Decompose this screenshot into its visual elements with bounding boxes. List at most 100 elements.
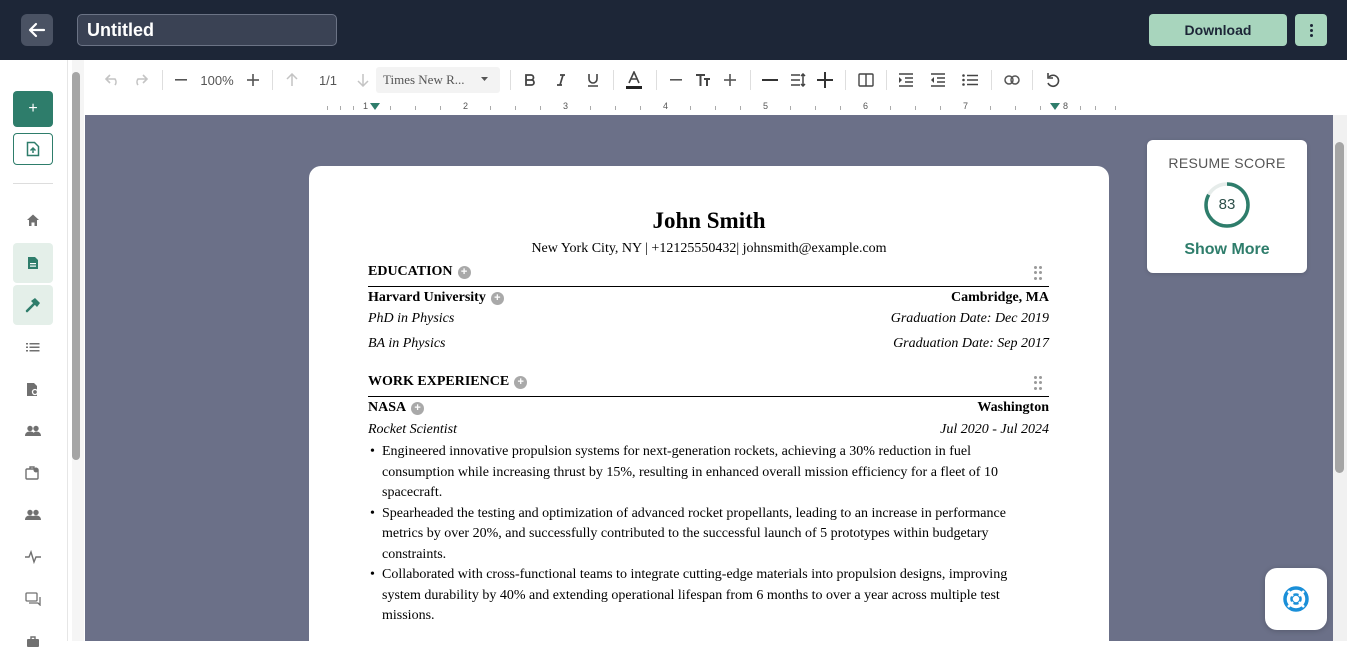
toolbar-separator: [845, 70, 846, 90]
sidebar-item-activity[interactable]: [13, 537, 53, 577]
undo-button[interactable]: [101, 67, 125, 93]
education-heading[interactable]: EDUCATION +: [368, 264, 471, 280]
add-education-icon[interactable]: +: [457, 265, 471, 279]
underline-button[interactable]: [582, 67, 604, 93]
sidebar-item-doc-search[interactable]: [13, 369, 53, 409]
add-degree-icon[interactable]: +: [490, 291, 504, 305]
download-button[interactable]: Download: [1149, 14, 1287, 46]
sidebar-item-jobs[interactable]: [13, 621, 53, 661]
users-icon: [25, 425, 41, 436]
zoom-in-button[interactable]: [242, 67, 264, 93]
text-color-button[interactable]: [622, 67, 646, 93]
bullet-item[interactable]: Collaborated with cross-functional teams…: [368, 565, 1018, 627]
italic-button[interactable]: [550, 67, 572, 93]
ruler-number: 3: [563, 101, 569, 111]
degree-name[interactable]: BA in Physics: [368, 336, 446, 352]
sidebar-item-group[interactable]: [13, 495, 53, 535]
work-experience-heading[interactable]: WORK EXPERIENCE +: [368, 374, 528, 390]
company-name[interactable]: NASA: [368, 400, 406, 416]
ruler-number: 4: [663, 101, 669, 111]
sidebar-item-job-search[interactable]: [13, 453, 53, 493]
sidebar-item-list[interactable]: [13, 327, 53, 367]
top-bar: Download: [0, 0, 1347, 60]
line-spacing-button[interactable]: [786, 67, 810, 93]
work-bullets: Engineered innovative propulsion systems…: [368, 442, 1018, 627]
toolbar-separator: [991, 70, 992, 90]
columns-button[interactable]: [855, 67, 877, 93]
indent-button[interactable]: [895, 67, 917, 93]
outdent-button[interactable]: [927, 67, 949, 93]
font-size-button[interactable]: [691, 67, 715, 93]
back-button[interactable]: [21, 14, 53, 46]
graduation-date[interactable]: Graduation Date: Dec 2019: [891, 311, 1049, 327]
more-options-button[interactable]: [1295, 14, 1327, 46]
degree-name[interactable]: PhD in Physics: [368, 311, 454, 327]
resume-name[interactable]: John Smith: [309, 208, 1109, 234]
resume-contact[interactable]: New York City, NY | +12125550432| johnsm…: [309, 241, 1109, 257]
sidebar-item-users[interactable]: [13, 411, 53, 451]
add-section-button[interactable]: +: [13, 91, 53, 127]
job-title[interactable]: Rocket Scientist: [368, 422, 457, 438]
drag-handle-icon[interactable]: [1034, 266, 1044, 280]
left-margin-marker[interactable]: [370, 103, 380, 110]
arrow-down-icon: [357, 74, 369, 87]
file-upload-icon: [26, 141, 40, 157]
ruler-tick: [815, 106, 816, 110]
reset-button[interactable]: [1041, 67, 1065, 93]
ruler-tick: [740, 106, 741, 110]
zoom-out-button[interactable]: [170, 67, 192, 93]
company-location[interactable]: Washington: [977, 400, 1049, 416]
score-label: RESUME SCORE: [1168, 155, 1286, 171]
sidebar-scroll-thumb[interactable]: [72, 72, 80, 460]
bullet-list-button[interactable]: [959, 67, 981, 93]
sidebar-item-chat[interactable]: [13, 579, 53, 619]
show-more-link[interactable]: Show More: [1147, 241, 1307, 259]
resume-page[interactable]: John Smith New York City, NY | +12125550…: [309, 166, 1109, 641]
sidebar-scrollbar[interactable]: [72, 60, 84, 641]
link-button[interactable]: [1000, 67, 1024, 93]
redo-button[interactable]: [128, 67, 152, 93]
graduation-date[interactable]: Graduation Date: Sep 2017: [893, 336, 1049, 352]
sidebar-item-resume[interactable]: [13, 243, 53, 283]
decrease-spacing-button[interactable]: [759, 67, 781, 93]
columns-icon: [858, 73, 874, 87]
bullet-item[interactable]: Spearheaded the testing and optimization…: [368, 504, 1018, 566]
canvas-scroll-thumb[interactable]: [1335, 142, 1344, 473]
help-button[interactable]: [1265, 568, 1327, 630]
bullet-list-icon: [962, 74, 978, 86]
add-work-icon[interactable]: +: [514, 375, 528, 389]
toolbar-separator: [162, 70, 163, 90]
drag-handle-icon[interactable]: [1034, 376, 1044, 390]
canvas-scrollbar[interactable]: [1333, 115, 1347, 641]
kebab-dot: [1309, 28, 1313, 32]
outdent-icon: [931, 73, 945, 87]
school-location[interactable]: Cambridge, MA: [951, 290, 1049, 306]
bullet-item[interactable]: Engineered innovative propulsion systems…: [368, 442, 1018, 504]
font-size-icon: [696, 74, 710, 86]
sidebar-item-home[interactable]: [13, 200, 53, 240]
zoom-level: 100%: [200, 72, 234, 88]
ruler-tick: [915, 106, 916, 110]
doc-search-icon: [27, 382, 39, 396]
job-dates[interactable]: Jul 2020 - Jul 2024: [940, 422, 1049, 438]
add-role-icon[interactable]: +: [411, 401, 425, 415]
font-select[interactable]: Times New R...: [376, 67, 500, 93]
page-down-button[interactable]: [352, 67, 374, 93]
increase-spacing-button[interactable]: [814, 67, 836, 93]
font-size-increase-button[interactable]: [719, 67, 741, 93]
chat-icon: [25, 592, 41, 606]
ruler-tick: [590, 106, 591, 110]
briefcase-search-icon: [25, 466, 39, 480]
page-up-button[interactable]: [281, 67, 303, 93]
import-file-button[interactable]: [13, 133, 53, 165]
plus-icon: [247, 74, 259, 86]
document-title-input[interactable]: [77, 14, 337, 46]
ruler-tick: [940, 106, 941, 110]
school-name[interactable]: Harvard University: [368, 290, 486, 306]
ruler-tick: [890, 106, 891, 110]
bold-button[interactable]: [519, 67, 541, 93]
right-margin-marker[interactable]: [1050, 103, 1060, 110]
font-size-decrease-button[interactable]: [665, 67, 687, 93]
sidebar-item-tools[interactable]: [13, 285, 53, 325]
line-spacing-icon: [791, 73, 806, 87]
